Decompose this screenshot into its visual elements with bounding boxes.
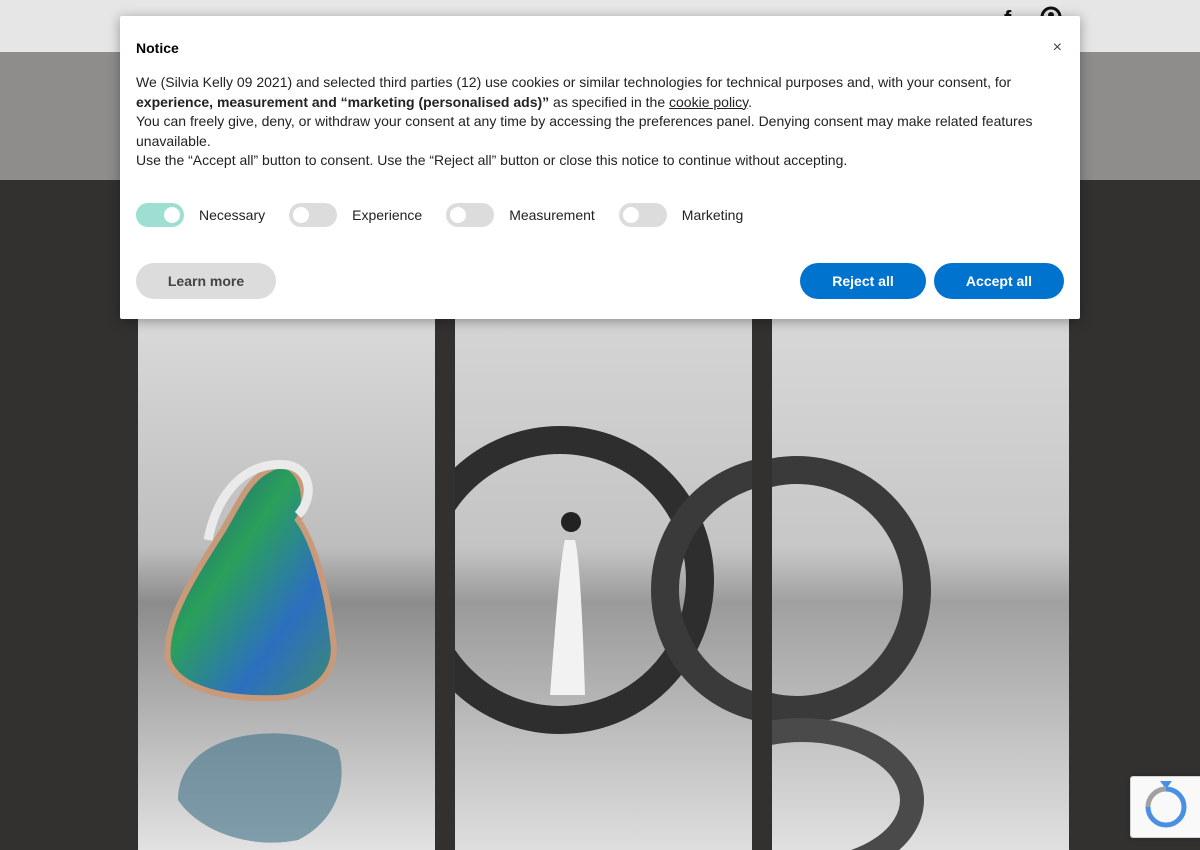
toggle-label-experience: Experience <box>352 207 423 223</box>
notice-text: We (Silvia Kelly 09 2021) and selected t… <box>136 73 1046 171</box>
cookie-policy-link[interactable]: cookie policy <box>669 94 748 110</box>
hero-panel-jewelry <box>138 300 435 850</box>
toggle-measurement: Measurement <box>446 203 595 227</box>
notice-text-part: We (Silvia Kelly 09 2021) and selected t… <box>136 74 1012 90</box>
notice-paragraph-2: You can freely give, deny, or withdraw y… <box>136 113 1033 149</box>
notice-text-part: as specified in the <box>549 93 670 110</box>
recaptcha-badge[interactable] <box>1130 776 1200 838</box>
notice-text-part: . <box>748 93 753 110</box>
measurement-switch[interactable] <box>446 203 495 227</box>
switch-knob <box>450 207 467 223</box>
switch-knob <box>622 207 639 223</box>
notice-title: Notice <box>136 40 179 56</box>
toggle-necessary: Necessary <box>136 203 265 227</box>
notice-purposes: experience, measurement and “marketing (… <box>136 93 550 110</box>
consent-toggles: Necessary Experience Measurement Marketi… <box>136 203 767 227</box>
notice-paragraph-3: Use the “Accept all” button to consent. … <box>136 152 848 168</box>
toggle-label-marketing: Marketing <box>681 207 744 223</box>
marketing-switch[interactable] <box>618 203 667 227</box>
hero-panel-rings <box>772 300 1069 850</box>
learn-more-button[interactable]: Learn more <box>136 263 276 299</box>
switch-knob <box>293 207 310 223</box>
notice-paragraph-1: We (Silvia Kelly 09 2021) and selected t… <box>136 73 1046 112</box>
reject-all-button[interactable]: Reject all <box>800 263 926 299</box>
rings-landscape-image <box>772 456 931 850</box>
toggle-marketing: Marketing <box>618 203 744 227</box>
opal-pendant-image <box>164 459 342 843</box>
toggle-label-measurement: Measurement <box>509 207 595 223</box>
cookie-notice-dialog: Notice × We (Silvia Kelly 09 2021) and s… <box>120 16 1080 319</box>
toggle-label-necessary: Necessary <box>199 207 266 223</box>
accept-all-button[interactable]: Accept all <box>934 263 1064 299</box>
woman-ring-image <box>455 426 752 734</box>
recaptcha-icon <box>1145 781 1187 828</box>
necessary-switch[interactable] <box>136 203 184 227</box>
toggle-experience: Experience <box>289 203 422 227</box>
switch-knob <box>164 207 180 223</box>
hero-panel-woman <box>455 300 752 850</box>
experience-switch[interactable] <box>289 203 338 227</box>
close-button[interactable]: × <box>1053 40 1062 56</box>
